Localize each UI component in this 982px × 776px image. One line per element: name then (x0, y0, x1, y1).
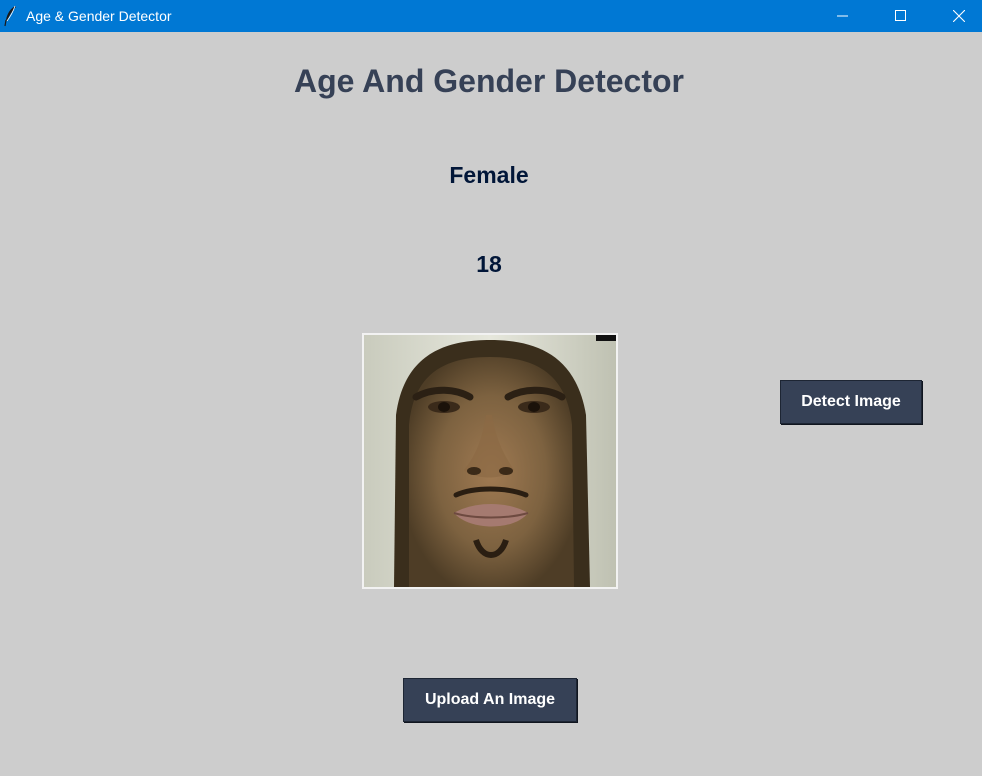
minimize-button[interactable] (820, 0, 866, 32)
minimize-icon (837, 15, 848, 17)
window-title: Age & Gender Detector (26, 8, 172, 24)
upload-image-button[interactable]: Upload An Image (403, 678, 577, 722)
uploaded-image (362, 333, 618, 589)
maximize-button[interactable] (878, 0, 924, 32)
page-title: Age And Gender Detector (294, 63, 684, 99)
close-button[interactable] (936, 0, 982, 32)
face-photo (364, 335, 616, 587)
title-bar[interactable]: Age & Gender Detector (0, 0, 982, 32)
detect-image-button[interactable]: Detect Image (780, 380, 922, 424)
maximize-icon (895, 10, 906, 21)
feather-icon (4, 5, 18, 27)
app-window: Age & Gender Detector Age And Gender Det… (0, 0, 982, 776)
gender-result: Female (449, 162, 529, 188)
close-icon (953, 10, 965, 22)
age-result: 18 (476, 251, 502, 277)
